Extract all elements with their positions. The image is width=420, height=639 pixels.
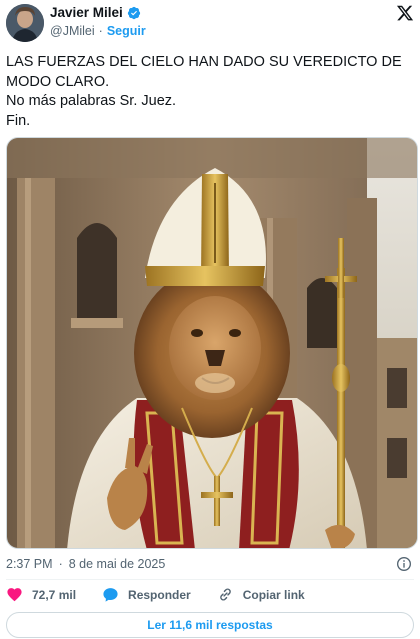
tweet-time: 2:37 PM xyxy=(6,557,53,571)
like-button[interactable]: 72,7 mil xyxy=(6,586,76,603)
action-bar: 72,7 mil Responder Copiar link xyxy=(6,586,331,603)
tweet-line: Fin. xyxy=(6,112,31,129)
tweet-header: Javier Milei @JMilei · Seguir xyxy=(0,0,420,46)
verified-badge-icon xyxy=(127,6,140,19)
copy-link-button[interactable]: Copiar link xyxy=(217,586,305,603)
reply-label: Responder xyxy=(128,587,191,602)
avatar[interactable] xyxy=(6,4,44,42)
read-replies-label: Ler 11,6 mil respostas xyxy=(147,618,273,632)
copy-link-label: Copiar link xyxy=(242,587,305,602)
tweet-line: LAS FUERZAS DEL CIELO HAN DADO SU VEREDI… xyxy=(6,54,406,90)
heart-icon xyxy=(7,588,22,602)
tweet-image[interactable] xyxy=(6,137,418,549)
reply-bubble-icon xyxy=(103,588,118,602)
tweet-text: LAS FUERZAS DEL CIELO HAN DADO SU VEREDI… xyxy=(6,53,414,131)
reply-button[interactable]: Responder xyxy=(102,586,191,603)
separator: · xyxy=(58,557,63,571)
divider xyxy=(6,579,414,580)
link-icon xyxy=(219,588,231,601)
like-count: 72,7 mil xyxy=(32,587,77,602)
display-name[interactable]: Javier Milei xyxy=(50,5,123,20)
tweet-line: No más palabras Sr. Juez. xyxy=(6,93,177,109)
tweet-timestamp[interactable]: 2:37 PM · 8 de mai de 2025 xyxy=(6,557,165,571)
x-logo-icon[interactable] xyxy=(396,4,414,22)
read-replies-button[interactable]: Ler 11,6 mil respostas xyxy=(6,612,414,638)
info-icon[interactable] xyxy=(396,556,412,572)
tweet-date: 8 de mai de 2025 xyxy=(68,557,166,571)
lion-pope-illustration xyxy=(7,138,417,548)
separator: · xyxy=(98,24,103,38)
handle[interactable]: @JMilei xyxy=(50,24,95,38)
follow-button[interactable]: Seguir xyxy=(107,24,146,38)
